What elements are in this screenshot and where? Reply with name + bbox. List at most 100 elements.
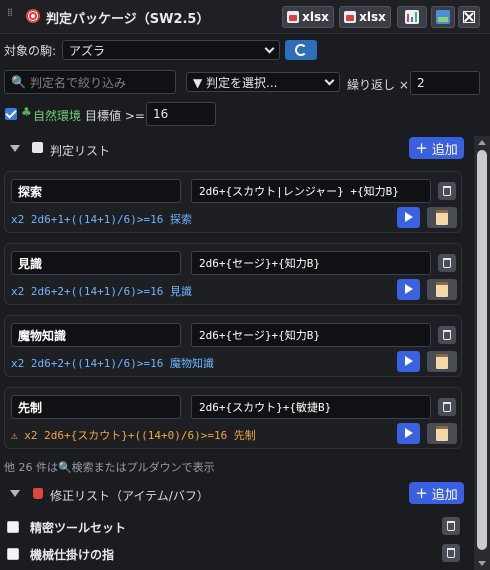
target-value-input[interactable]: 16 (146, 102, 216, 126)
trash-icon (443, 330, 451, 340)
check-formula-input[interactable]: 2d6+{スカウト}+{敏捷B} (191, 395, 431, 419)
modifiers-section-header[interactable]: 修正リスト（アイテム/バフ） + 追加 (0, 480, 474, 514)
modifier-label: 精密ツールセット (30, 521, 127, 535)
more-items-hint: 他 26 件は🔍検索またはプルダウンで表示 (4, 461, 215, 474)
checks-section-header[interactable]: 判定リスト + 追加 (0, 134, 474, 168)
check-formula-input[interactable]: 2d6+{スカウト|レンジャー} +{知力B} (191, 179, 431, 203)
roll-button[interactable] (397, 351, 420, 372)
image-icon (436, 10, 450, 24)
check-result-text: x2 2d6+1+((14+1)/6)>=16 探索 (11, 213, 192, 226)
roll-button[interactable] (397, 207, 420, 228)
check-select[interactable]: ▼ 判定を選択... (186, 72, 340, 92)
export-xlsx-label: xlsx (359, 10, 386, 24)
delete-check-button[interactable] (438, 326, 456, 344)
add-check-button[interactable]: + 追加 (409, 137, 464, 159)
plus-icon: + (415, 139, 428, 157)
modifier-label: 機械仕掛けの指 (30, 548, 115, 562)
repeat-label: 繰り返し × (347, 78, 409, 92)
check-result-text: ⚠ x2 2d6+{スカウト}+((14+0)/6)>=16 先制 (11, 429, 256, 442)
modifier-checkbox[interactable] (7, 548, 19, 560)
delete-check-button[interactable] (438, 254, 456, 272)
roll-button[interactable] (397, 279, 420, 300)
modifier-row: 機械仕掛けの指 (0, 541, 474, 567)
environment-label: 自然環境 (33, 109, 82, 123)
add-modifier-button[interactable]: + 追加 (409, 482, 464, 504)
clipboard-icon (436, 210, 448, 225)
scroll-down-icon[interactable] (478, 561, 486, 566)
chevron-down-icon (264, 43, 275, 54)
trash-icon (443, 258, 451, 268)
scroll-up-icon[interactable] (478, 140, 486, 145)
check-name-input[interactable]: 先制 (11, 395, 181, 419)
refresh-icon (295, 44, 307, 56)
close-button[interactable] (458, 6, 480, 28)
check-name-input[interactable]: 見識 (11, 251, 181, 275)
dice-icon (32, 142, 43, 153)
export-xlsx-button[interactable]: xlsx (339, 6, 391, 28)
add-check-label: 追加 (431, 142, 458, 158)
copy-button[interactable] (427, 207, 457, 228)
bag-icon (33, 488, 43, 499)
import-xlsx-label: xlsx (302, 10, 329, 24)
trash-icon (447, 521, 455, 531)
repeat-count-input[interactable]: 2 (410, 71, 480, 95)
copy-button[interactable] (427, 279, 457, 300)
check-result-text: x2 2d6+2+((14+1)/6)>=16 魔物知識 (11, 357, 214, 370)
clipboard-icon (436, 354, 448, 369)
target-icon (26, 9, 40, 23)
chart-button[interactable] (397, 6, 427, 28)
excel-download-icon (344, 11, 357, 23)
excel-upload-icon (287, 11, 300, 23)
tree-icon: ♣ (21, 105, 32, 119)
search-input[interactable]: 🔍 判定名で絞り込み (4, 70, 176, 94)
collapse-triangle-icon[interactable] (10, 490, 20, 497)
check-card: 見識 2d6+{セージ}+{知力B} x2 2d6+2+((14+1)/6)>=… (4, 243, 462, 305)
check-card: 探索 2d6+{スカウト|レンジャー} +{知力B} x2 2d6+1+((14… (4, 171, 462, 233)
title-bar: ⁞⁞ 判定パッケージ（SW2.5） xlsx xlsx (0, 0, 490, 34)
modifier-checkbox[interactable] (7, 521, 19, 533)
target-label: 対象の駒: (4, 44, 57, 58)
drag-handle-icon[interactable]: ⁞⁞ (7, 7, 17, 23)
search-icon: 🔍 (11, 75, 26, 89)
modifier-row: 精密ツールセット (0, 514, 474, 540)
check-select-placeholder: ▼ 判定を選択... (193, 75, 278, 90)
check-name-input[interactable]: 探索 (11, 179, 181, 203)
image-button[interactable] (431, 6, 455, 28)
collapse-triangle-icon[interactable] (10, 145, 20, 152)
target-select-value: アズラ (69, 43, 106, 58)
modifiers-section-title: 修正リスト（アイテム/バフ） (50, 489, 209, 503)
import-xlsx-button[interactable]: xlsx (282, 6, 334, 28)
clipboard-icon (436, 282, 448, 297)
target-value-label: 目標値 >= (85, 109, 145, 123)
chart-icon (405, 10, 419, 24)
copy-button[interactable] (427, 423, 457, 444)
delete-modifier-button[interactable] (442, 544, 460, 562)
add-modifier-label: 追加 (431, 487, 458, 503)
plus-icon: + (415, 484, 428, 502)
check-name-input[interactable]: 魔物知識 (11, 323, 181, 347)
check-formula-input[interactable]: 2d6+{セージ}+{知力B} (191, 251, 431, 275)
check-card: 先制 2d6+{スカウト}+{敏捷B} ⚠ x2 2d6+{スカウト}+((14… (4, 387, 462, 449)
scrollbar[interactable] (474, 136, 490, 570)
environment-checkbox[interactable] (5, 108, 17, 120)
chevron-down-icon (324, 75, 335, 86)
check-formula-input[interactable]: 2d6+{セージ}+{知力B} (191, 323, 431, 347)
trash-icon (443, 402, 451, 412)
trash-icon (447, 548, 455, 558)
close-icon (463, 11, 475, 23)
delete-modifier-button[interactable] (442, 517, 460, 535)
delete-check-button[interactable] (438, 398, 456, 416)
clipboard-icon (436, 426, 448, 441)
trash-icon (443, 186, 451, 196)
check-card: 魔物知識 2d6+{セージ}+{知力B} x2 2d6+2+((14+1)/6)… (4, 315, 462, 377)
target-select[interactable]: アズラ (62, 40, 280, 60)
delete-check-button[interactable] (438, 182, 456, 200)
search-placeholder: 判定名で絞り込み (29, 75, 126, 90)
sync-button[interactable] (285, 40, 317, 60)
scroll-thumb[interactable] (477, 150, 487, 550)
window-title: 判定パッケージ（SW2.5） (46, 12, 210, 27)
roll-button[interactable] (397, 423, 420, 444)
copy-button[interactable] (427, 351, 457, 372)
checks-section-title: 判定リスト (50, 144, 111, 158)
check-result-text: x2 2d6+2+((14+1)/6)>=16 見識 (11, 285, 192, 298)
